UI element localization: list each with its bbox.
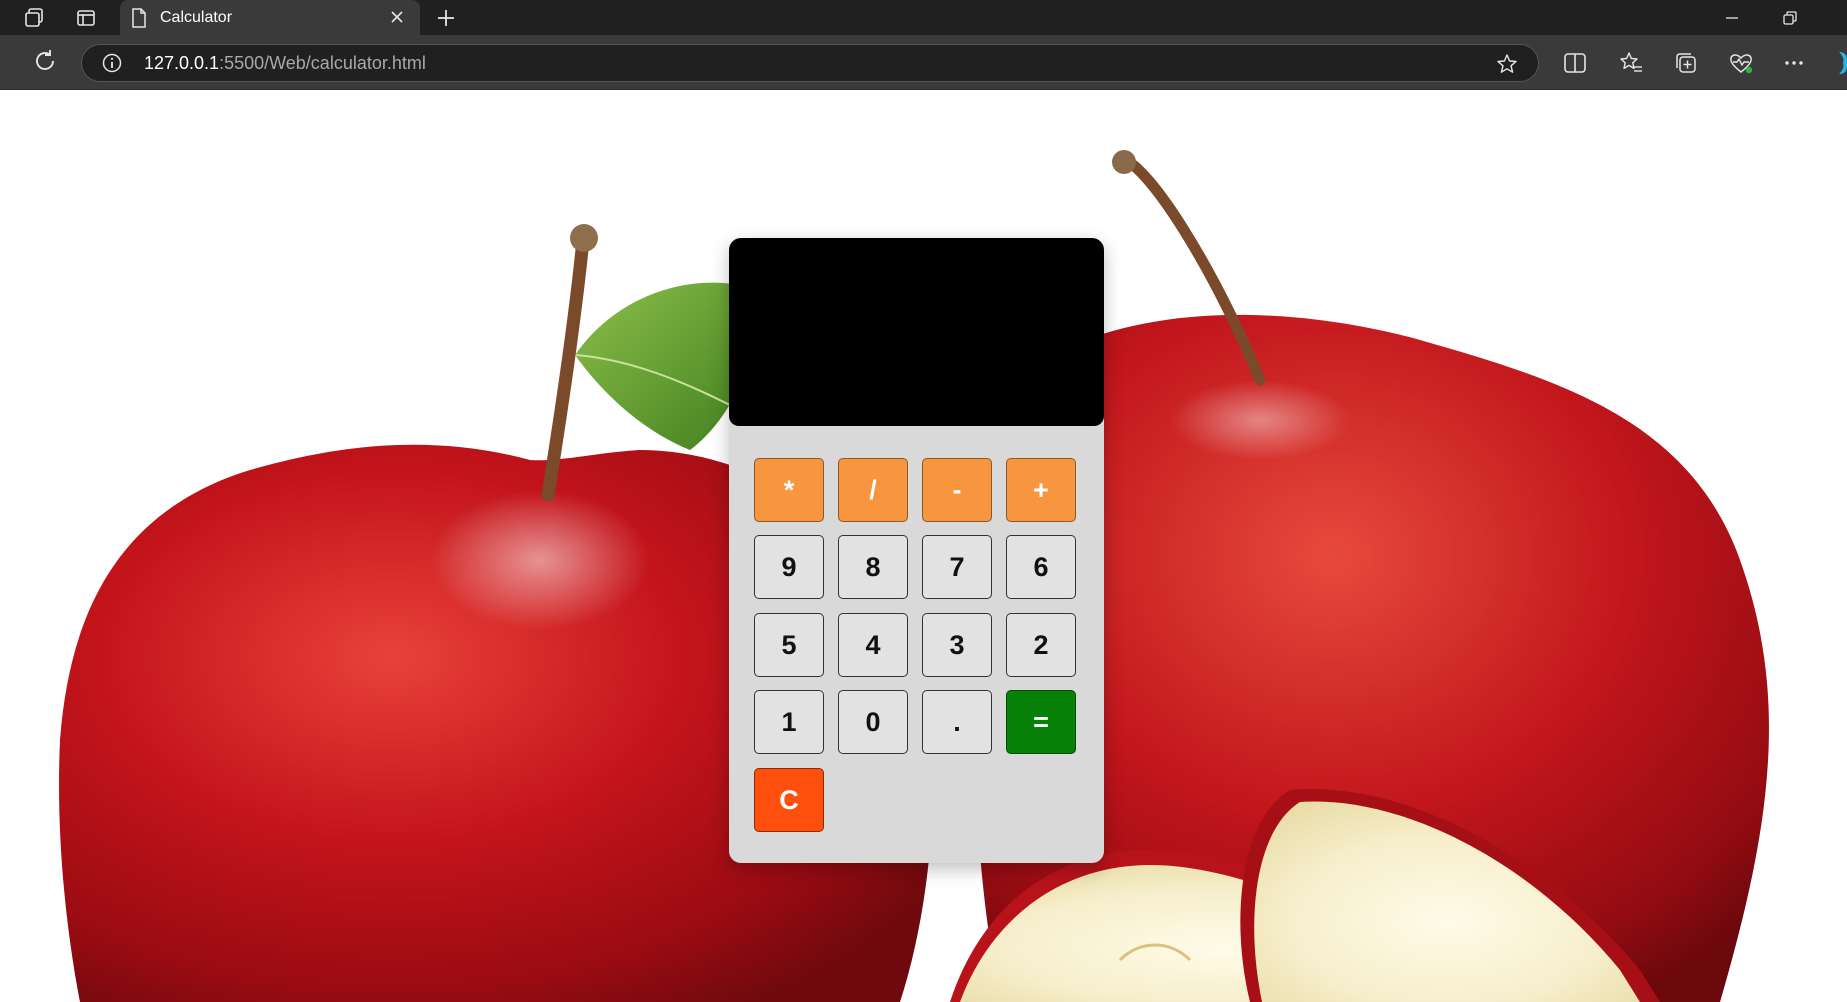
digit-2-button[interactable]: 2 xyxy=(1006,613,1076,677)
minimize-icon[interactable] xyxy=(1712,0,1752,35)
tab-calculator[interactable]: Calculator xyxy=(120,0,420,35)
digit-7-button[interactable]: 7 xyxy=(922,535,992,599)
star-icon[interactable] xyxy=(1496,53,1518,80)
plus-icon[interactable] xyxy=(426,0,466,35)
calculator: * / - + 9 8 7 6 5 4 3 2 1 0 . = C xyxy=(729,238,1104,863)
calculator-display xyxy=(729,238,1104,426)
decimal-button[interactable]: . xyxy=(922,690,992,754)
tab-strip: Calculator xyxy=(0,0,1847,35)
page-icon xyxy=(131,8,147,33)
digit-0-button[interactable]: 0 xyxy=(838,690,908,754)
digit-5-button[interactable]: 5 xyxy=(754,613,824,677)
url-host: 127.0.0.1 xyxy=(144,53,220,73)
info-icon[interactable] xyxy=(102,53,122,78)
more-icon[interactable] xyxy=(1782,52,1806,79)
tab-actions-icon[interactable] xyxy=(66,0,106,35)
heart-pulse-icon[interactable] xyxy=(1728,51,1754,80)
digit-6-button[interactable]: 6 xyxy=(1006,535,1076,599)
divide-button[interactable]: / xyxy=(838,458,908,522)
add-button[interactable]: + xyxy=(1006,458,1076,522)
url-path: :5500/Web/calculator.html xyxy=(219,53,426,73)
workspaces-icon[interactable] xyxy=(14,0,54,35)
page-viewport: * / - + 9 8 7 6 5 4 3 2 1 0 . = C xyxy=(0,90,1847,1002)
restore-icon[interactable] xyxy=(1770,0,1810,35)
url-text[interactable]: 127.0.0.1:5500/Web/calculator.html xyxy=(144,45,426,81)
digit-9-button[interactable]: 9 xyxy=(754,535,824,599)
digit-3-button[interactable]: 3 xyxy=(922,613,992,677)
collections-icon[interactable] xyxy=(1674,51,1698,80)
multiply-button[interactable]: * xyxy=(754,458,824,522)
split-screen-icon[interactable] xyxy=(1563,52,1587,79)
subtract-button[interactable]: - xyxy=(922,458,992,522)
close-icon[interactable] xyxy=(388,8,406,31)
refresh-icon[interactable] xyxy=(32,48,58,79)
clear-button[interactable]: C xyxy=(754,768,824,832)
favorites-icon[interactable] xyxy=(1619,51,1643,80)
equals-button[interactable]: = xyxy=(1006,690,1076,754)
tab-title: Calculator xyxy=(160,9,233,26)
address-bar[interactable]: 127.0.0.1:5500/Web/calculator.html xyxy=(81,44,1539,82)
digit-4-button[interactable]: 4 xyxy=(838,613,908,677)
digit-8-button[interactable]: 8 xyxy=(838,535,908,599)
digit-1-button[interactable]: 1 xyxy=(754,690,824,754)
copilot-icon[interactable] xyxy=(1833,50,1847,81)
